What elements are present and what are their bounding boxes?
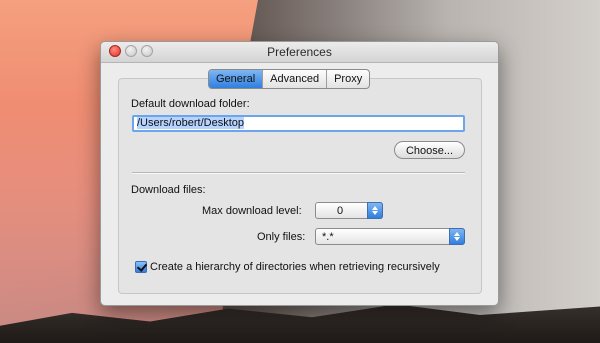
- hierarchy-checkbox-label[interactable]: Create a hierarchy of directories when r…: [150, 261, 440, 273]
- only-files-popup[interactable]: *.*: [315, 228, 465, 245]
- hierarchy-checkbox[interactable]: [135, 261, 148, 273]
- max-level-popup[interactable]: 0: [315, 202, 383, 219]
- max-level-label: Max download level:: [202, 205, 302, 217]
- tab-bar: General Advanced Proxy: [208, 69, 371, 89]
- up-down-arrows-icon: [367, 202, 383, 219]
- checkmark-icon: [136, 261, 148, 272]
- up-down-arrows-icon: [449, 228, 465, 245]
- download-folder-field[interactable]: /Users/robert/Desktop: [132, 115, 465, 132]
- tab-general[interactable]: General: [209, 70, 264, 88]
- download-folder-value: /Users/robert/Desktop: [137, 117, 244, 129]
- download-files-label: Download files:: [131, 184, 206, 196]
- max-level-value: 0: [336, 205, 344, 217]
- download-folder-label: Default download folder:: [131, 98, 250, 110]
- only-files-value: *.*: [322, 231, 334, 243]
- tab-advanced[interactable]: Advanced: [263, 70, 328, 88]
- choose-button[interactable]: Choose...: [394, 141, 465, 159]
- section-divider: [132, 172, 465, 174]
- window-title: Preferences: [267, 45, 332, 59]
- only-files-label: Only files:: [257, 231, 306, 243]
- title-bar[interactable]: Preferences: [101, 42, 498, 63]
- tab-proxy[interactable]: Proxy: [327, 70, 369, 88]
- preferences-window: Preferences General Advanced Proxy Defau…: [100, 41, 499, 306]
